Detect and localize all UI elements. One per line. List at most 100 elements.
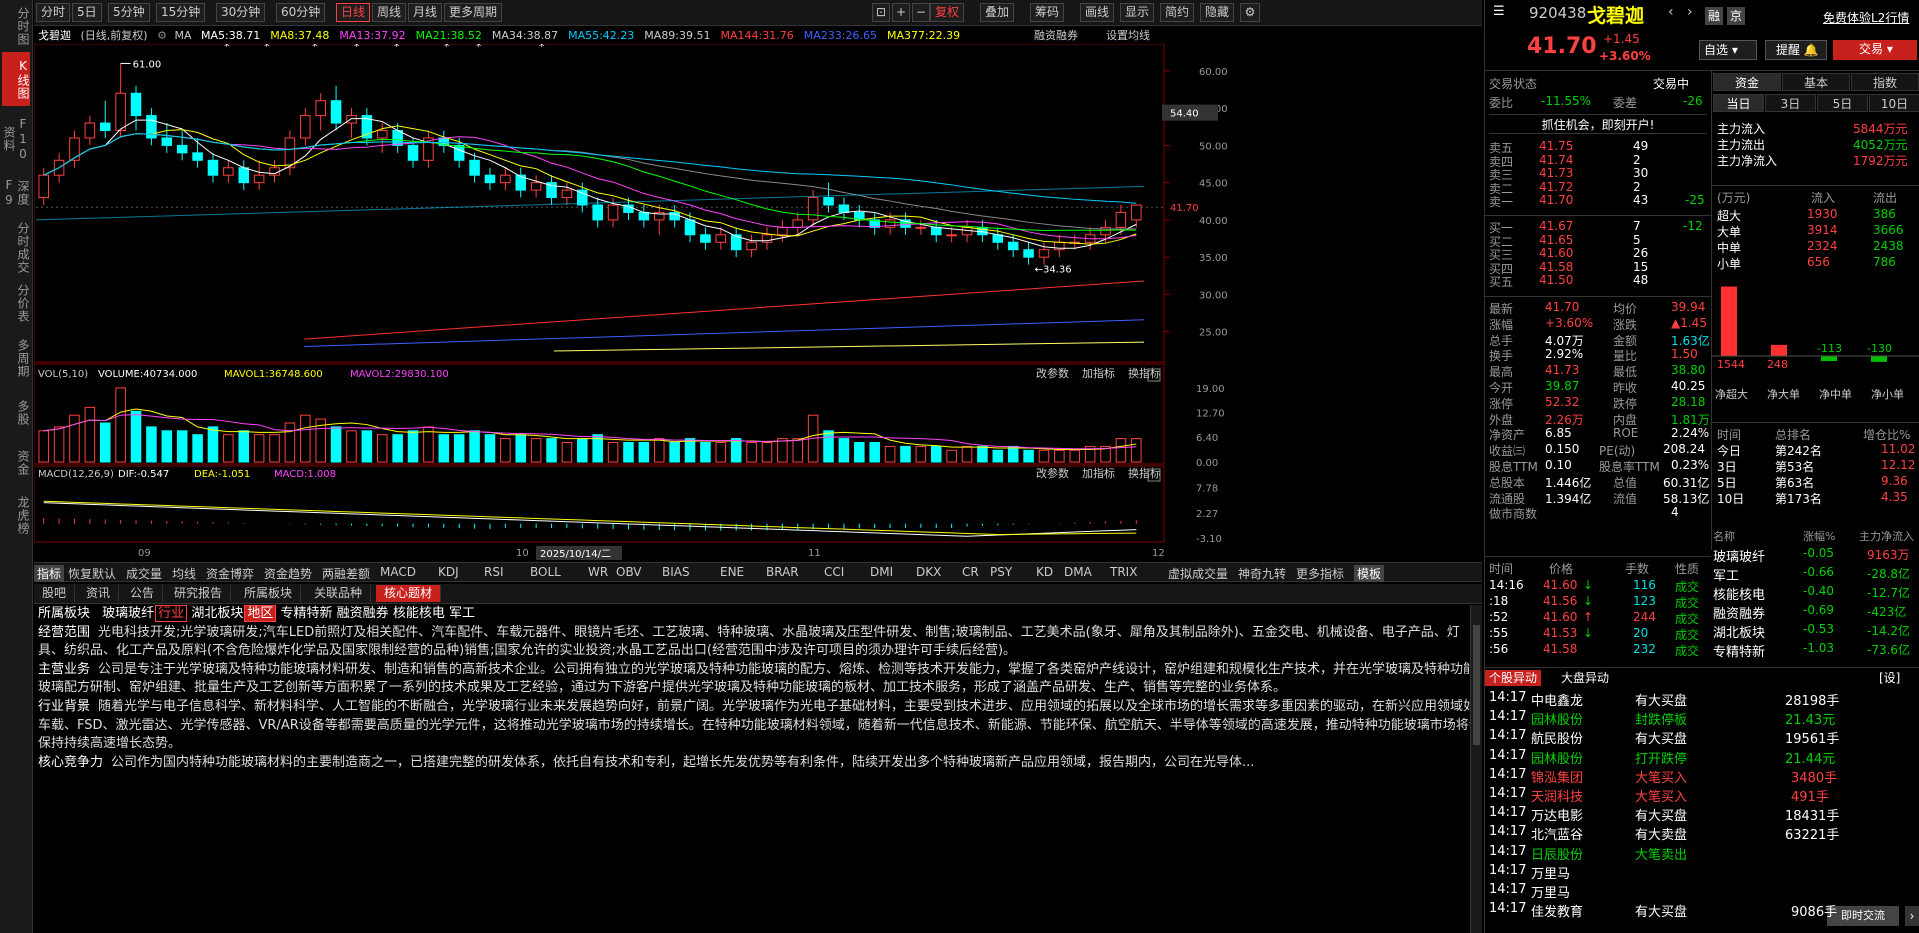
sector-military[interactable]: 军工 bbox=[449, 606, 475, 621]
indicator-tab-15[interactable]: BRAR bbox=[766, 565, 799, 579]
alert-button[interactable]: 提醒 🔔 bbox=[1765, 40, 1827, 60]
alert-stock-9[interactable]: 万里马 bbox=[1531, 863, 1570, 882]
toolbar-btn-1[interactable]: 叠加 bbox=[980, 3, 1015, 22]
buy-price-2[interactable]: 41.60 bbox=[1539, 246, 1573, 260]
sell-price-2[interactable]: 41.73 bbox=[1539, 166, 1573, 180]
indicator-tab-4[interactable]: 资金博弈 bbox=[206, 565, 254, 582]
toolbar-btn-3[interactable]: 画线 bbox=[1080, 3, 1115, 22]
zoom-in-icon[interactable]: + bbox=[892, 3, 910, 22]
trade-button[interactable]: 交易 ▾ bbox=[1833, 40, 1917, 60]
indicator-tab-9[interactable]: RSI bbox=[484, 565, 504, 579]
indicator-tab-18[interactable]: DKX bbox=[916, 565, 941, 579]
sector-margin[interactable]: 融资融券 bbox=[337, 606, 389, 621]
indicator-tab-17[interactable]: DMI bbox=[870, 565, 893, 579]
menu-icon[interactable]: ☰ bbox=[1493, 4, 1505, 19]
sidebar-item-4[interactable]: 分时成交 bbox=[2, 220, 30, 276]
sector-name-1[interactable]: 军工 bbox=[1713, 565, 1739, 584]
indicator-tab-26[interactable]: 更多指标 bbox=[1296, 565, 1344, 582]
exchange-badge[interactable]: 京 bbox=[1727, 7, 1745, 25]
indicator-tab-12[interactable]: OBV bbox=[616, 565, 642, 579]
period-1[interactable]: 5日 bbox=[72, 3, 102, 22]
period-5[interactable]: 60分钟 bbox=[276, 3, 326, 22]
info-tab-3[interactable]: 研究报告 bbox=[166, 585, 232, 602]
indicator-tab-10[interactable]: BOLL bbox=[530, 565, 561, 579]
alert-tab-1[interactable]: 大盘异动 bbox=[1557, 670, 1613, 686]
alert-stock-2[interactable]: 航民股份 bbox=[1531, 728, 1583, 747]
alert-tab-2[interactable]: [设] bbox=[1875, 670, 1904, 686]
indicator-tab-25[interactable]: 神奇九转 bbox=[1238, 565, 1286, 582]
indicator-tab-14[interactable]: ENE bbox=[720, 565, 744, 579]
zoom-out-icon[interactable]: − bbox=[912, 3, 930, 22]
indicator-tab-2[interactable]: 成交量 bbox=[126, 565, 162, 582]
settings-icon[interactable]: ⚙ bbox=[157, 29, 167, 42]
indicator-tab-23[interactable]: TRIX bbox=[1110, 565, 1137, 579]
rong-badge[interactable]: 融 bbox=[1705, 7, 1723, 25]
alert-stock-8[interactable]: 日辰股份 bbox=[1531, 844, 1583, 863]
sidebar-item-3[interactable]: 深度F9 bbox=[2, 170, 30, 216]
sector-name-4[interactable]: 湖北板块 bbox=[1713, 622, 1765, 641]
info-scrollbar[interactable] bbox=[1470, 605, 1482, 933]
period-4[interactable]: 30分钟 bbox=[216, 3, 266, 22]
sidebar-item-5[interactable]: 分价表 bbox=[2, 280, 30, 326]
sidebar-item-7[interactable]: 多股 bbox=[2, 390, 30, 436]
indicator-tab-16[interactable]: CCI bbox=[824, 565, 844, 579]
indicator-tab-8[interactable]: KDJ bbox=[438, 565, 459, 579]
alert-stock-1[interactable]: 园林股份 bbox=[1531, 709, 1583, 728]
sidebar-item-8[interactable]: 资金 bbox=[2, 440, 30, 486]
buy-price-4[interactable]: 41.50 bbox=[1539, 273, 1573, 287]
next-stock-icon[interactable]: › bbox=[1687, 4, 1693, 20]
indicator-tab-6[interactable]: 两融差额 bbox=[322, 565, 370, 582]
sell-price-1[interactable]: 41.74 bbox=[1539, 153, 1573, 167]
alert-stock-11[interactable]: 佳发教育 bbox=[1531, 901, 1583, 920]
promo-banner[interactable]: 抓住机会，即刻开户! bbox=[1489, 114, 1707, 134]
toolbar-btn-2[interactable]: 筹码 bbox=[1030, 3, 1065, 22]
sidebar-item-1[interactable]: K线图 bbox=[2, 52, 30, 106]
period-8[interactable]: 月线 bbox=[408, 3, 443, 22]
indicator-tab-3[interactable]: 均线 bbox=[172, 565, 196, 582]
fund-subtab-2[interactable]: 5日 bbox=[1817, 94, 1868, 112]
indicator-tab-20[interactable]: PSY bbox=[990, 565, 1012, 579]
indicator-tab-24[interactable]: 虚拟成交量 bbox=[1168, 565, 1228, 582]
alert-stock-3[interactable]: 园林股份 bbox=[1531, 748, 1583, 767]
indicator-tab-11[interactable]: WR bbox=[588, 565, 608, 579]
collapse-icon[interactable]: › bbox=[1905, 906, 1919, 926]
sector-hubei[interactable]: 湖北板块 bbox=[191, 606, 243, 621]
buy-price-0[interactable]: 41.67 bbox=[1539, 219, 1573, 233]
indicator-tab-22[interactable]: DMA bbox=[1064, 565, 1092, 579]
info-tab-2[interactable]: 公告 bbox=[122, 585, 164, 602]
alert-stock-4[interactable]: 锦泓集团 bbox=[1531, 767, 1583, 786]
toolbar-btn-4[interactable]: 显示 bbox=[1120, 3, 1155, 22]
toolbar-btn-0[interactable]: 复权 bbox=[930, 3, 965, 22]
sector-name-2[interactable]: 核能核电 bbox=[1713, 584, 1765, 603]
indicator-tab-1[interactable]: 恢复默认 bbox=[68, 565, 116, 582]
period-2[interactable]: 5分钟 bbox=[108, 3, 150, 22]
sell-price-4[interactable]: 41.70 bbox=[1539, 193, 1573, 207]
info-tab-6[interactable]: 核心题材 bbox=[376, 585, 442, 602]
fund-subtab-1[interactable]: 3日 bbox=[1765, 94, 1816, 112]
sidebar-item-9[interactable]: 龙虎榜 bbox=[2, 490, 30, 540]
sell-price-0[interactable]: 41.75 bbox=[1539, 139, 1573, 153]
sidebar-item-6[interactable]: 多周期 bbox=[2, 330, 30, 386]
margin-trading-link[interactable]: 融资融券 bbox=[1034, 27, 1078, 45]
alert-tab-0[interactable]: 个股异动 bbox=[1485, 670, 1542, 686]
buy-price-1[interactable]: 41.65 bbox=[1539, 233, 1573, 247]
alert-stock-5[interactable]: 天润科技 bbox=[1531, 786, 1583, 805]
sidebar-item-2[interactable]: F10资料 bbox=[2, 112, 30, 166]
kline-chart-area[interactable]: 60.0055.0050.0045.0040.0035.0030.0025.00… bbox=[33, 40, 1482, 560]
buy-price-3[interactable]: 41.58 bbox=[1539, 260, 1573, 274]
period-3[interactable]: 15分钟 bbox=[156, 3, 206, 22]
info-tab-0[interactable]: 股吧 bbox=[34, 585, 76, 602]
alert-stock-0[interactable]: 中电鑫龙 bbox=[1531, 690, 1583, 709]
indicator-tab-0[interactable]: 指标 bbox=[34, 565, 65, 582]
prev-stock-icon[interactable]: ‹ bbox=[1668, 4, 1674, 20]
fund-tab-0[interactable]: 资金 bbox=[1713, 73, 1781, 91]
fund-subtab-0[interactable]: 当日 bbox=[1713, 94, 1764, 112]
indicator-tab-21[interactable]: KD bbox=[1036, 565, 1053, 579]
sector-name-3[interactable]: 融资融券 bbox=[1713, 603, 1765, 622]
fund-subtab-3[interactable]: 10日 bbox=[1869, 94, 1919, 112]
watchlist-button[interactable]: 自选 ▾ bbox=[1699, 40, 1757, 60]
settings-gear-icon[interactable]: ⚙ bbox=[1240, 3, 1260, 22]
fullscreen-icon[interactable]: ⊡ bbox=[872, 3, 890, 22]
chat-button[interactable]: 即时交流 bbox=[1827, 906, 1899, 926]
info-tab-5[interactable]: 关联品种 bbox=[306, 585, 372, 602]
